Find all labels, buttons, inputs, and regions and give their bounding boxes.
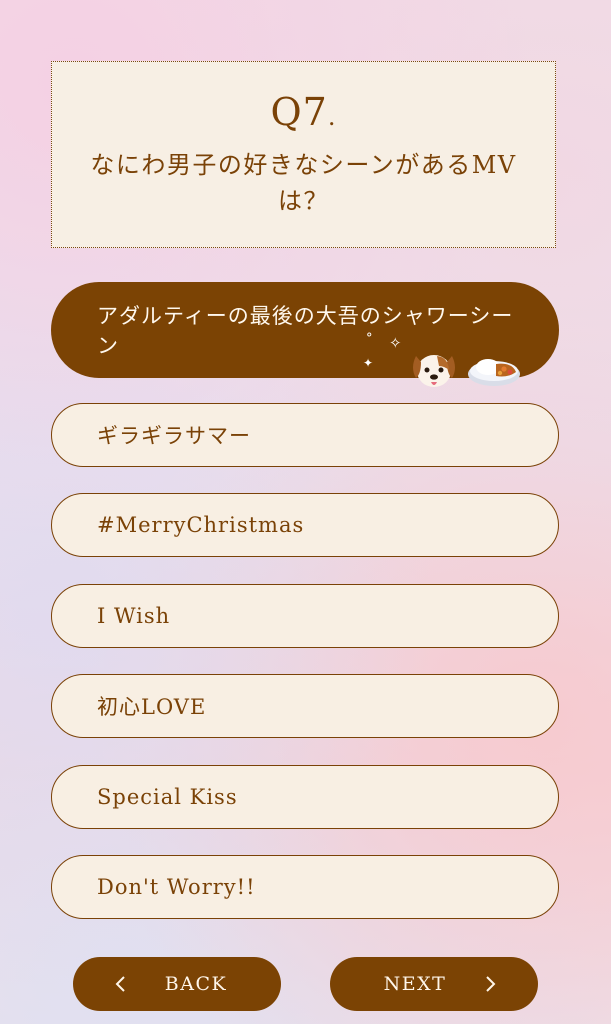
- question-number: Q7.: [52, 90, 555, 139]
- dog-emoji: [413, 355, 455, 387]
- sparkle-icon: ✦: [363, 356, 374, 370]
- question-number-dot: .: [327, 103, 337, 131]
- answer-option-label: #MerryChristmas: [97, 513, 305, 537]
- answer-option-5[interactable]: 初心LOVE: [51, 674, 559, 738]
- answer-option-label: Special Kiss: [97, 785, 238, 809]
- answer-option-label: I Wish: [97, 604, 171, 628]
- chevron-right-icon: [486, 976, 496, 992]
- answer-option-label: 初心LOVE: [97, 695, 207, 719]
- question-text: なにわ男子の好きなシーンがあるMVは？: [90, 151, 517, 215]
- answer-option-label: Don't Worry!!: [97, 875, 256, 899]
- answer-option-label: ギラギラサマー: [97, 424, 251, 448]
- back-button[interactable]: BACK: [73, 957, 281, 1011]
- chevron-left-icon: [115, 976, 125, 992]
- answer-option-4[interactable]: I Wish: [51, 584, 559, 648]
- answer-option-3[interactable]: #MerryChristmas: [51, 493, 559, 557]
- answer-option-7[interactable]: Don't Worry!!: [51, 855, 559, 919]
- question-number-text: Q7: [270, 90, 328, 134]
- curry-rice-emoji: [468, 359, 520, 386]
- sparkle-icon: °: [366, 331, 373, 346]
- answer-option-label: アダルティーの最後の大吾のシャワーシーン: [97, 304, 514, 358]
- question-card: Q7. なにわ男子の好きなシーンがあるMVは？: [51, 61, 556, 248]
- next-button[interactable]: NEXT: [330, 957, 538, 1011]
- answer-option-2[interactable]: ギラギラサマー: [51, 403, 559, 467]
- sparkle-icon: ✧: [389, 334, 402, 352]
- back-button-label: BACK: [164, 973, 228, 995]
- next-button-label: NEXT: [383, 973, 447, 995]
- answer-option-6[interactable]: Special Kiss: [51, 765, 559, 829]
